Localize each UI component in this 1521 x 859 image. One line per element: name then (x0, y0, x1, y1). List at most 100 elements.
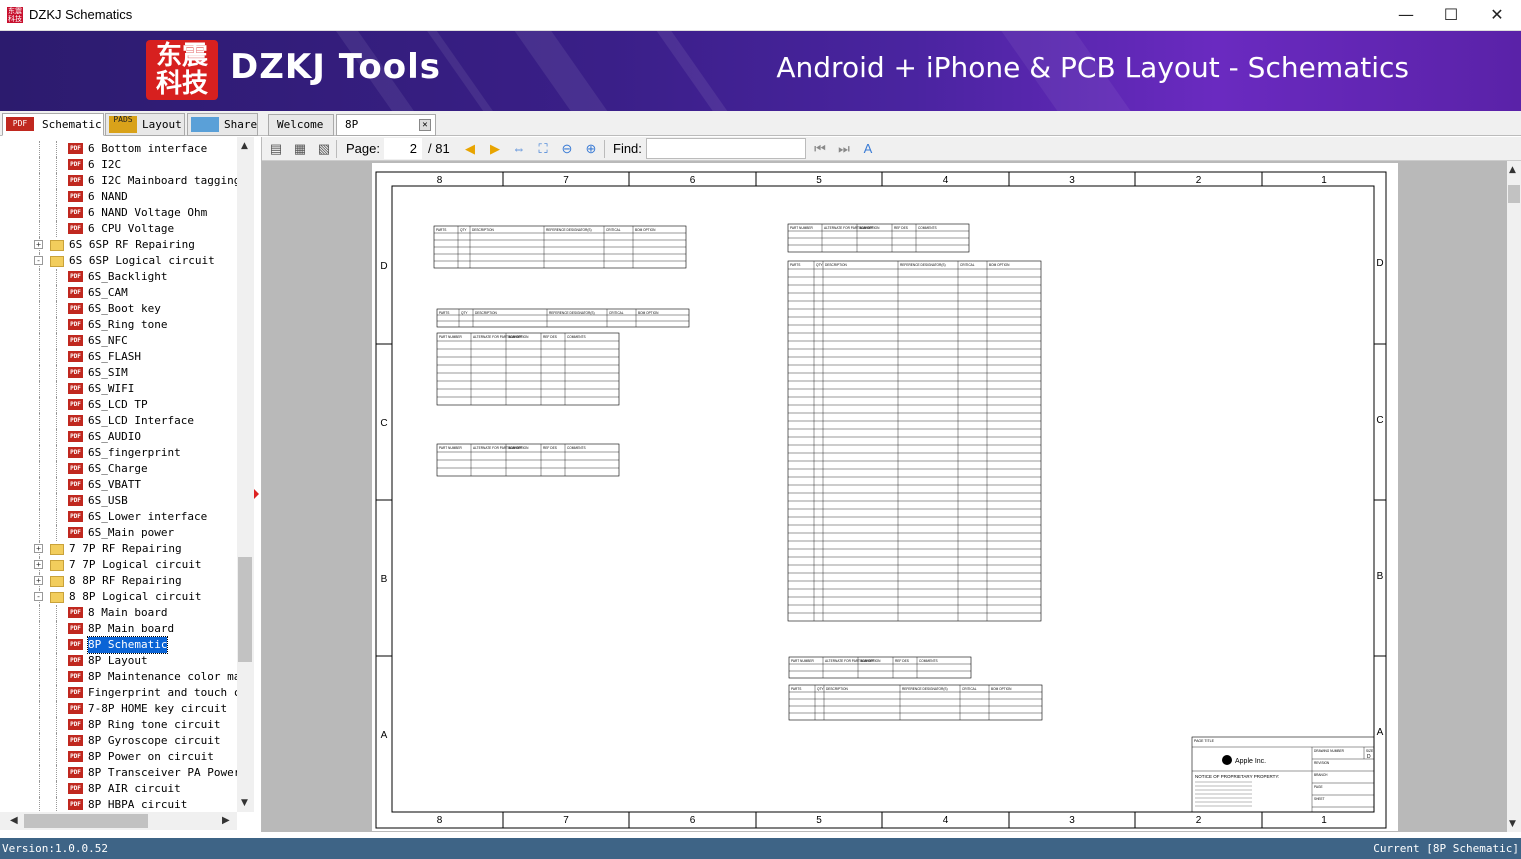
match-case-icon[interactable]: A (860, 140, 876, 157)
find-next-icon[interactable]: ⏭ (836, 140, 852, 157)
viewer-vertical-scrollbar[interactable]: ▲ ▼ (1507, 161, 1521, 832)
bom-table-header: CRITICAL (962, 687, 977, 691)
folder-icon (50, 256, 64, 267)
bom-table-header: CRITICAL (960, 263, 975, 267)
tree-file-label: 8P HBPA circuit (88, 798, 188, 811)
zone-row-label: C (1376, 415, 1383, 426)
viewer-scroll-thumb[interactable] (1508, 185, 1520, 203)
tree-guide-line (56, 477, 57, 493)
pdf-file-icon: PDF (68, 223, 83, 234)
paste-icon[interactable]: ▧ (316, 140, 332, 157)
sheet-inner-border (391, 185, 1375, 813)
tab-schematic[interactable]: PDF Schematic (2, 113, 104, 136)
tree-guide-line (56, 205, 57, 221)
bom-table (787, 260, 1042, 622)
current-doc-text: Current [8P Schematic] (1373, 842, 1519, 855)
collapse-icon[interactable]: - (34, 256, 43, 265)
tree-file-label: 6 I2C Mainboard tagging (88, 174, 241, 187)
tree-guide-line (39, 445, 40, 461)
tree-file-label: Fingerprint and touch cir (88, 686, 254, 699)
tree-scroll-thumb[interactable] (238, 557, 252, 662)
maximize-button[interactable]: ☐ (1428, 0, 1474, 31)
bom-table-header: PARTS (791, 687, 801, 691)
copy-icon[interactable]: ▦ (292, 140, 308, 157)
tree-file-label: 6S_AUDIO (88, 430, 141, 443)
tree-folder-label: 6S 6SP Logical circuit (69, 254, 215, 267)
alt-table-header: COMMENTS (918, 226, 937, 230)
expand-icon[interactable]: + (34, 544, 43, 553)
tree-guide-line (39, 317, 40, 333)
zoom-in-icon[interactable]: ⊕ (583, 140, 599, 157)
document-viewer[interactable]: 8 8 7 7 6 6 5 5 4 4 3 3 2 2 1 1 D D C C B B A A PARTS QTY DESCRIPT… (262, 161, 1507, 832)
open-file-icon[interactable]: ▤ (268, 140, 284, 157)
alt-table-header: BOM OPTION (508, 335, 529, 339)
expand-icon[interactable]: + (34, 560, 43, 569)
tree-guide-line (39, 733, 40, 749)
scroll-right-arrow-icon[interactable]: ▶ (222, 815, 230, 826)
fit-width-icon[interactable]: ⇔ (511, 140, 527, 157)
zone-row-label: A (381, 730, 388, 741)
folder-icon (50, 240, 64, 251)
next-page-icon[interactable]: ▶ (487, 140, 503, 157)
doc-tab-welcome[interactable]: Welcome (268, 114, 334, 136)
scroll-up-arrow-icon[interactable]: ▲ (241, 141, 248, 151)
tab-share[interactable]: Share (187, 113, 258, 136)
tree-guide-line (56, 413, 57, 429)
expand-icon[interactable]: + (34, 240, 43, 249)
tree-guide-line (39, 397, 40, 413)
fit-page-icon[interactable]: ⛶ (535, 140, 551, 157)
tree-guide-line (56, 685, 57, 701)
previous-page-icon[interactable]: ◀ (462, 140, 478, 157)
zone-column-label: 5 (816, 175, 822, 186)
expand-icon[interactable]: + (34, 576, 43, 585)
doc-tab-8p-schematic[interactable]: 8P Schematic ✕ (336, 114, 436, 151)
scroll-left-arrow-icon[interactable]: ◀ (10, 815, 18, 826)
page-number-input[interactable] (384, 138, 422, 159)
pdf-file-icon: PDF (68, 383, 83, 394)
pdf-file-icon: PDF (68, 207, 83, 218)
alt-table-header: COMMENTS (567, 335, 586, 339)
pdf-file-icon: PDF (68, 479, 83, 490)
scroll-down-arrow-icon[interactable]: ▼ (241, 798, 248, 808)
alt-table-header: PART NUMBER (790, 226, 814, 230)
collapse-icon[interactable]: - (34, 592, 43, 601)
tree-guide-line (56, 349, 57, 365)
alt-table-header: PART NUMBER (791, 659, 815, 663)
tree-guide-line (56, 637, 57, 653)
pdf-file-icon: PDF (68, 511, 83, 522)
pdf-file-icon: PDF (68, 671, 83, 682)
brand-name: DZKJ Tools (230, 47, 441, 87)
find-previous-icon[interactable]: ⏮ (812, 140, 828, 157)
zone-row-label: D (380, 261, 387, 272)
tree-guide-line (39, 285, 40, 301)
tree-file-label: 6S_SIM (88, 366, 128, 379)
tree-guide-line (39, 413, 40, 429)
tree-guide-line (56, 157, 57, 173)
bom-table-header: REFERENCE DESIGNATOR(S) (546, 228, 592, 232)
viewer-scroll-down-icon[interactable]: ▼ (1509, 819, 1516, 829)
bom-table-header: QTY (460, 228, 467, 232)
zoom-out-icon[interactable]: ⊖ (559, 140, 575, 157)
tab-layout[interactable]: PADS Layout (105, 113, 185, 136)
find-label: Find: (613, 141, 642, 156)
tree-guide-line (56, 669, 57, 685)
zone-column-label: 1 (1321, 175, 1327, 186)
tree-file-label: 8P Schematic (86, 636, 169, 654)
close-button[interactable]: ✕ (1474, 0, 1520, 31)
viewer-scroll-up-icon[interactable]: ▲ (1509, 165, 1516, 175)
tree-hscroll-thumb[interactable] (24, 814, 148, 828)
bom-table-header: DESCRIPTION (475, 311, 497, 315)
find-input[interactable] (646, 138, 806, 159)
tree-vertical-scrollbar[interactable]: ▲ ▼ (237, 137, 254, 812)
pdf-file-icon: PDF (68, 799, 83, 810)
pdf-file-icon: PDF (68, 687, 83, 698)
bom-table-header: BOM OPTION (635, 228, 656, 232)
tree-horizontal-scrollbar[interactable]: ◀ ▶ (0, 812, 237, 830)
zone-column-label: 8 (437, 815, 443, 826)
tab-row: PDF Schematic PADS Layout Share Welcome … (0, 111, 1521, 151)
collapse-panel-arrow-icon[interactable] (254, 489, 259, 499)
close-tab-icon[interactable]: ✕ (419, 119, 431, 131)
minimize-button[interactable]: — (1383, 0, 1429, 31)
tree-file-label: 8P Maintenance color map (88, 670, 247, 683)
proprietary-notice: NOTICE OF PROPRIETARY PROPERTY: (1195, 774, 1279, 779)
